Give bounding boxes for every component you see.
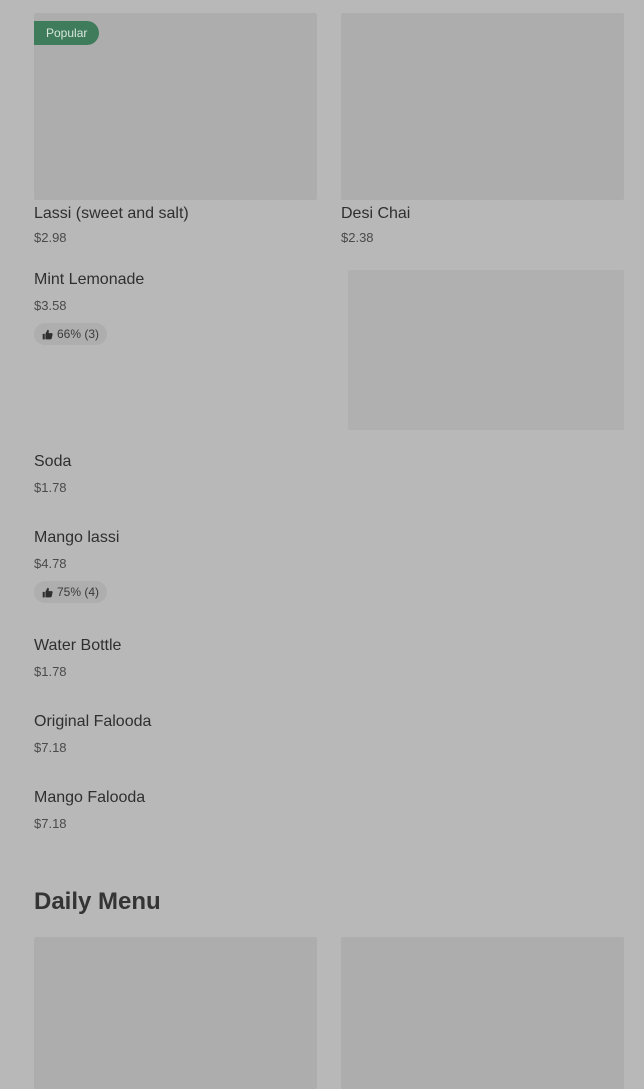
item-price: $7.18 [34,740,67,755]
daily-menu-card-image[interactable] [34,937,317,1089]
item-price: $7.18 [34,816,67,831]
item-price: $2.38 [341,230,374,245]
item-image[interactable] [341,13,624,200]
item-title: Mango Falooda [34,789,146,806]
item-price: $1.78 [34,664,67,679]
thumbs-up-icon [42,587,53,598]
popular-badge: Popular [34,21,100,45]
daily-menu-card-image[interactable] [341,937,624,1089]
item-title: Soda [34,453,72,470]
item-price: $2.98 [34,230,67,245]
menu-page: Popular Lassi (sweet and salt) $2.98 Des… [0,0,644,1089]
section-title-daily-menu: Daily Menu [34,888,161,915]
item-title: Original Falooda [34,713,152,730]
thumbs-up-icon [42,329,53,340]
item-title: Lassi (sweet and salt) [34,205,189,222]
rating-text: 66% (3) [57,327,100,341]
item-price: $4.78 [34,556,67,571]
item-price: $3.58 [34,298,67,313]
item-title: Mango lassi [34,529,120,546]
rating-badge: 75% (4) [34,581,108,603]
item-title: Desi Chai [341,205,411,222]
item-image[interactable] [348,270,624,430]
item-title: Mint Lemonade [34,271,145,288]
rating-badge: 66% (3) [34,323,108,345]
item-price: $1.78 [34,480,67,495]
item-title: Water Bottle [34,637,122,654]
rating-text: 75% (4) [57,585,100,599]
